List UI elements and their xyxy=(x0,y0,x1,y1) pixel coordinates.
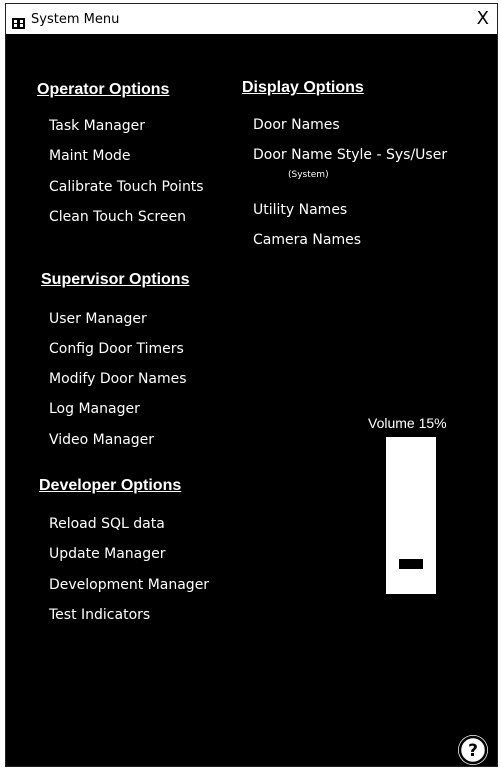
help-question-icon[interactable]: ? xyxy=(458,735,488,765)
title-bar: System Menu X xyxy=(6,4,497,35)
menu-item-development-manager[interactable]: Development Manager xyxy=(49,577,209,593)
display-options-heading: Display Options xyxy=(242,79,364,96)
menu-item-door-name-style[interactable]: Door Name Style - Sys/User xyxy=(253,147,447,163)
volume-slider-thumb[interactable] xyxy=(399,559,423,570)
operator-options-heading: Operator Options xyxy=(37,81,170,98)
menu-item-clean-touch-screen[interactable]: Clean Touch Screen xyxy=(49,209,186,225)
window-title: System Menu xyxy=(31,12,120,27)
menu-item-user-manager[interactable]: User Manager xyxy=(49,311,147,327)
svg-text:?: ? xyxy=(468,741,478,761)
menu-item-door-names[interactable]: Door Names xyxy=(253,117,340,133)
menu-item-maint-mode[interactable]: Maint Mode xyxy=(49,148,131,164)
menu-item-calibrate-touch-points[interactable]: Calibrate Touch Points xyxy=(49,179,204,195)
menu-item-log-manager[interactable]: Log Manager xyxy=(49,401,140,417)
menu-item-utility-names[interactable]: Utility Names xyxy=(253,202,347,218)
supervisor-options-heading: Supervisor Options xyxy=(41,271,190,288)
menu-item-config-door-timers[interactable]: Config Door Timers xyxy=(49,341,184,357)
developer-options-heading: Developer Options xyxy=(39,477,182,494)
menu-item-update-manager[interactable]: Update Manager xyxy=(49,546,166,562)
menu-item-task-manager[interactable]: Task Manager xyxy=(49,118,145,134)
menu-item-modify-door-names[interactable]: Modify Door Names xyxy=(49,371,187,387)
app-grid-icon xyxy=(12,14,25,29)
menu-item-reload-sql-data[interactable]: Reload SQL data xyxy=(49,516,165,532)
close-button[interactable]: X xyxy=(477,8,489,30)
volume-slider[interactable] xyxy=(386,437,436,594)
menu-content: Operator Options Task Manager Maint Mode… xyxy=(6,35,497,766)
menu-item-test-indicators[interactable]: Test Indicators xyxy=(49,607,150,623)
menu-item-camera-names[interactable]: Camera Names xyxy=(253,232,361,248)
volume-label: Volume 15% xyxy=(368,415,447,431)
system-menu-window: System Menu X Operator Options Task Mana… xyxy=(5,3,498,767)
door-name-style-value: (System) xyxy=(288,170,329,180)
menu-item-video-manager[interactable]: Video Manager xyxy=(49,432,154,448)
